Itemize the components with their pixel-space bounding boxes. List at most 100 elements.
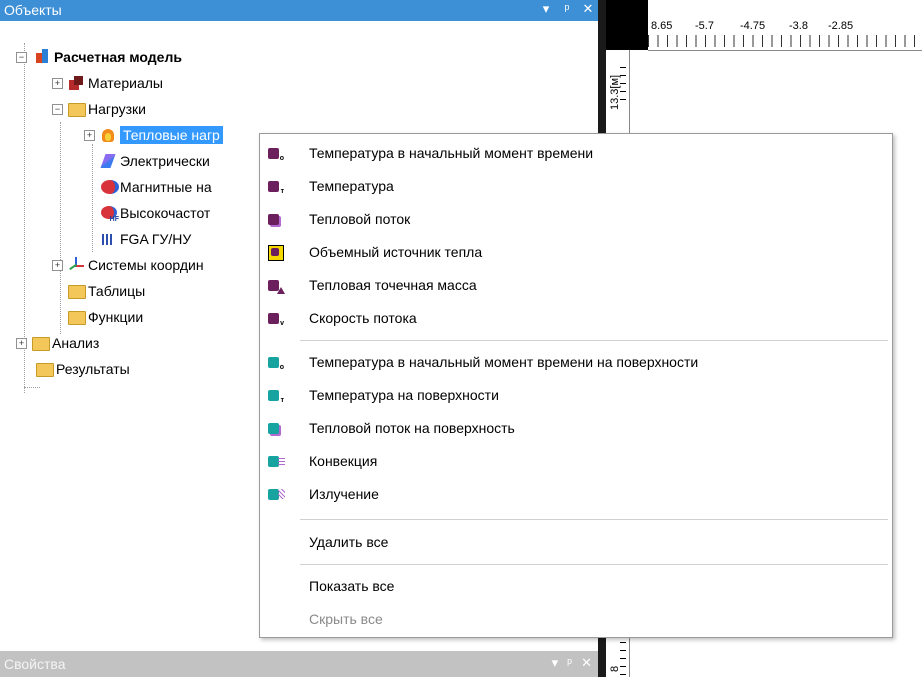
ruler-tick-label: -3.8: [789, 20, 808, 32]
menu-item-label: Температура на поверхности: [309, 387, 499, 403]
tree-item-functions[interactable]: Функции: [68, 306, 143, 328]
menu-item-heat-flux[interactable]: Тепловой поток: [260, 203, 892, 236]
menu-item-radiation[interactable]: Излучение: [260, 478, 892, 511]
menu-item-show-all[interactable]: Показать все: [260, 570, 892, 603]
surface-temp-icon: т: [268, 388, 284, 404]
flow-velocity-icon: v: [268, 311, 284, 327]
dropdown-icon[interactable]: ▾: [552, 655, 559, 671]
objects-panel-controls: ▾ ᵖ ✕: [540, 1, 594, 17]
menu-item-label: Тепловой поток на поверхность: [309, 420, 515, 436]
tree-item-coordinate-systems[interactable]: + Системы координ: [52, 254, 204, 276]
objects-panel-titlebar: Объекты ▾ ᵖ ✕: [0, 0, 598, 21]
fire-icon: [100, 127, 116, 143]
magnet-icon: [100, 179, 119, 195]
pin-icon[interactable]: ᵖ: [561, 1, 573, 17]
tree-item-tables[interactable]: Таблицы: [68, 280, 145, 302]
menu-item-label: Температура в начальный момент времени: [309, 145, 594, 161]
ruler-ticks: [620, 60, 626, 100]
ruler-ticks: [620, 635, 626, 675]
ruler-tick-label: -2.85: [828, 20, 854, 32]
menu-item-label: Удалить все: [309, 534, 389, 550]
tree-label-materials: Материалы: [88, 75, 163, 91]
collapse-icon[interactable]: −: [52, 104, 63, 115]
menu-item-temperature[interactable]: т Температура: [260, 170, 892, 203]
close-icon[interactable]: ✕: [581, 655, 592, 671]
tree-label-root: Расчетная модель: [54, 49, 182, 65]
menu-item-label: Конвекция: [309, 453, 378, 469]
tree-item-thermal-loads[interactable]: + Тепловые нагр: [84, 124, 223, 146]
menu-item-label: Температура в начальный момент времени н…: [309, 354, 699, 370]
tree-item-electric[interactable]: Электрически: [100, 150, 210, 172]
expand-icon[interactable]: +: [16, 338, 27, 349]
tree-line: [24, 387, 40, 388]
tree-item-analysis[interactable]: + Анализ: [16, 332, 99, 354]
menu-item-flow-velocity[interactable]: v Скорость потока: [260, 302, 892, 335]
menu-item-point-mass[interactable]: Тепловая точечная масса: [260, 269, 892, 302]
tree-label-electric: Электрически: [120, 153, 210, 169]
tree-label-magnetic: Магнитные на: [120, 179, 212, 195]
ruler-ticks: [648, 35, 922, 47]
ruler-tick-label: 8.65: [651, 20, 673, 32]
tree-item-magnetic[interactable]: Магнитные на: [100, 176, 212, 198]
objects-panel-title: Объекты: [4, 2, 62, 18]
dropdown-icon[interactable]: ▾: [540, 1, 552, 17]
tree-item-root[interactable]: − Расчетная модель: [16, 46, 182, 68]
tree-item-fga[interactable]: FGA ГУ/НУ: [100, 228, 191, 250]
model-icon: [34, 49, 50, 65]
lightning-icon: [100, 153, 116, 169]
tree-item-loads[interactable]: − Нагрузки: [52, 98, 146, 120]
cube-temp-icon: т: [268, 179, 284, 195]
menu-item-surface-heat-flux[interactable]: Тепловой поток на поверхность: [260, 412, 892, 445]
menu-item-surface-temperature[interactable]: т Температура на поверхности: [260, 379, 892, 412]
fga-icon: [100, 231, 116, 247]
context-menu: o Температура в начальный момент времени…: [259, 133, 893, 638]
tree-item-high-frequency[interactable]: HF Высокочастот: [100, 202, 210, 224]
tree-line: [60, 122, 61, 334]
menu-item-delete-all[interactable]: Удалить все: [260, 526, 892, 559]
tree-line: [92, 144, 93, 252]
properties-panel-controls: ▾ ᵖ ✕: [552, 655, 592, 671]
axes-icon: [68, 257, 84, 273]
menu-item-convection[interactable]: Конвекция: [260, 445, 892, 478]
menu-item-initial-temperature[interactable]: o Температура в начальный момент времени: [260, 137, 892, 170]
tree-item-materials[interactable]: + Материалы: [52, 72, 163, 94]
menu-item-label: Скрыть все: [309, 611, 383, 627]
expand-icon[interactable]: +: [84, 130, 95, 141]
folder-icon: [32, 335, 50, 351]
folder-icon: [68, 309, 86, 325]
menu-item-label: Тепловой поток: [309, 211, 411, 227]
tree-label-results: Результаты: [56, 361, 130, 377]
properties-panel-titlebar: Свойства ▾ ᵖ ✕: [0, 651, 598, 677]
tree-label-analysis: Анализ: [52, 335, 100, 351]
menu-item-hide-all: Скрыть все: [260, 603, 892, 636]
ruler-top: 8.65 -5.7 -4.75 -3.8 -2.85: [648, 0, 922, 51]
expand-icon[interactable]: +: [52, 260, 63, 271]
menu-item-surface-initial-temperature[interactable]: o Температура в начальный момент времени…: [260, 346, 892, 379]
tree-label-functions: Функции: [88, 309, 144, 325]
convection-icon: [268, 454, 285, 470]
point-mass-icon: [268, 278, 285, 294]
tree-label-fga: FGA ГУ/НУ: [120, 231, 192, 247]
menu-item-label: Температура: [309, 178, 394, 194]
materials-icon: [68, 75, 84, 91]
tree-label-thermal: Тепловые нагр: [120, 126, 223, 144]
cube-initial-temp-icon: o: [268, 146, 284, 162]
ruler-tick-label: -4.75: [740, 20, 766, 32]
close-icon[interactable]: ✕: [582, 1, 594, 17]
volume-heat-source-icon: [268, 245, 284, 261]
tree-label-loads: Нагрузки: [88, 101, 146, 117]
radiation-icon: [268, 487, 285, 503]
expand-icon[interactable]: +: [52, 78, 63, 89]
menu-item-volume-heat-source[interactable]: Объемный источник тепла: [260, 236, 892, 269]
menu-separator: [300, 519, 888, 520]
tree-label-tables: Таблицы: [88, 283, 146, 299]
pin-icon[interactable]: ᵖ: [567, 655, 572, 671]
folder-open-icon: [68, 101, 86, 117]
tree-item-results[interactable]: Результаты: [36, 358, 130, 380]
collapse-icon[interactable]: −: [16, 52, 27, 63]
properties-panel-title: Свойства: [4, 656, 66, 672]
menu-item-label: Показать все: [309, 578, 395, 594]
surface-heat-flux-icon: [268, 421, 284, 437]
menu-item-label: Объемный источник тепла: [309, 244, 483, 260]
menu-item-label: Тепловая точечная масса: [309, 277, 477, 293]
